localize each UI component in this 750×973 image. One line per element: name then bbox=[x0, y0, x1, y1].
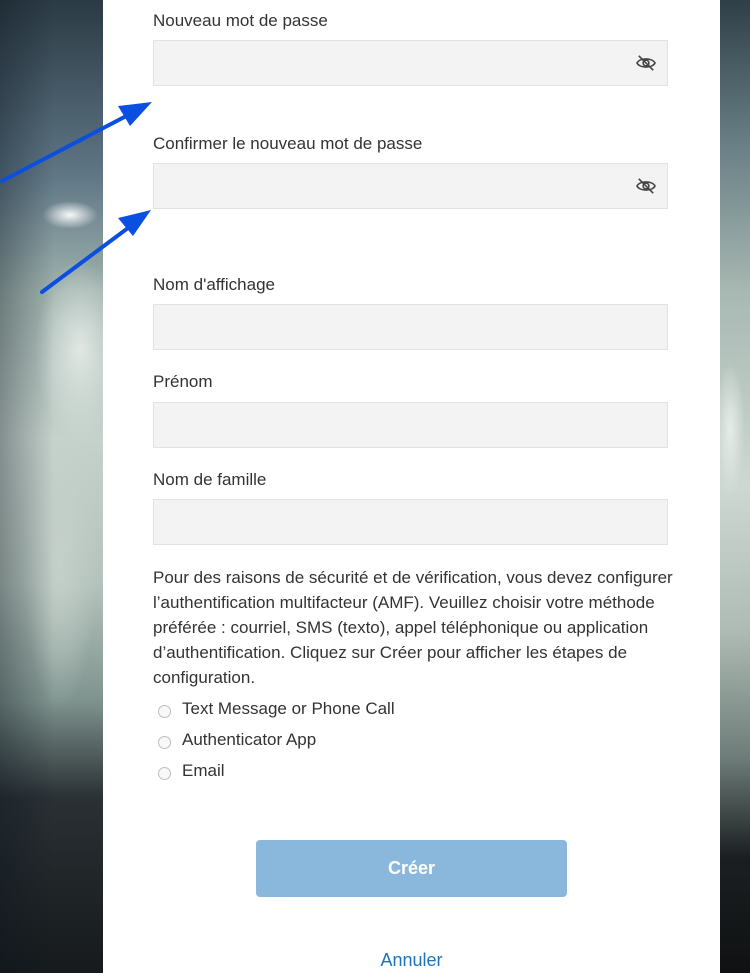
display-name-field[interactable] bbox=[153, 304, 668, 350]
new-password-label: Nouveau mot de passe bbox=[153, 11, 328, 30]
mfa-description: Pour des raisons de sécurité et de vérif… bbox=[153, 568, 673, 687]
first-name-field[interactable] bbox=[153, 402, 668, 448]
eye-slash-icon[interactable] bbox=[635, 54, 657, 72]
radio-button[interactable] bbox=[158, 766, 171, 780]
mfa-option-label: Email bbox=[182, 761, 225, 780]
radio-button[interactable] bbox=[158, 704, 171, 718]
last-name-field[interactable] bbox=[153, 499, 668, 545]
first-name-label: Prénom bbox=[153, 372, 213, 391]
confirm-password-field[interactable] bbox=[153, 163, 668, 209]
mfa-option-email[interactable]: Email bbox=[158, 759, 225, 783]
background-image-left bbox=[0, 0, 103, 973]
background-image-right bbox=[720, 0, 750, 973]
last-name-label: Nom de famille bbox=[153, 470, 267, 489]
mfa-option-label: Authenticator App bbox=[182, 730, 317, 749]
signup-form-card: Nouveau mot de passe Confirmer le nouvea… bbox=[103, 0, 720, 973]
confirm-password-label: Confirmer le nouveau mot de passe bbox=[153, 134, 423, 153]
cancel-link[interactable]: Annuler bbox=[103, 950, 720, 971]
new-password-field[interactable] bbox=[153, 40, 668, 86]
mfa-option-label: Text Message or Phone Call bbox=[182, 699, 395, 718]
mfa-option-sms[interactable]: Text Message or Phone Call bbox=[158, 697, 395, 721]
create-button[interactable]: Créer bbox=[256, 840, 567, 897]
mfa-option-authenticator[interactable]: Authenticator App bbox=[158, 728, 316, 752]
eye-slash-icon[interactable] bbox=[635, 177, 657, 195]
radio-button[interactable] bbox=[158, 735, 171, 749]
display-name-label: Nom d'affichage bbox=[153, 275, 276, 294]
